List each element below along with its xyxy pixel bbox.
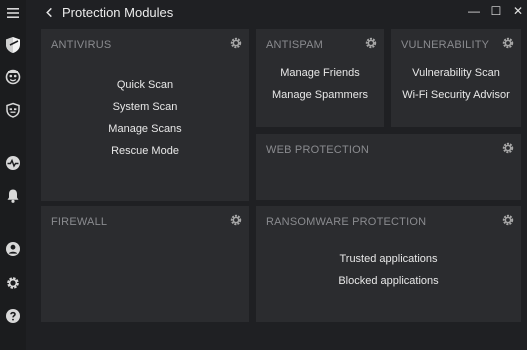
minimize-button[interactable]: — [465, 0, 483, 22]
window-controls: — ☐ ✕ [461, 0, 527, 22]
quick-scan-link[interactable]: Quick Scan [117, 79, 173, 91]
activity-pulse-icon[interactable] [0, 150, 26, 176]
page-title: Protection Modules [62, 4, 174, 20]
antispam-card: ANTISPAM Manage Friends Manage Spammers [256, 29, 384, 127]
gear-icon[interactable] [0, 270, 26, 296]
antivirus-card: ANTIVIRUS Quick Scan System Scan Manage … [41, 29, 249, 201]
vulnerability-title: VULNERABILITY [401, 39, 490, 51]
wifi-security-advisor-link[interactable]: Wi-Fi Security Advisor [402, 89, 510, 101]
bell-icon[interactable] [0, 183, 26, 209]
rescue-mode-link[interactable]: Rescue Mode [111, 145, 179, 157]
ransomware-settings-gear-icon[interactable] [501, 213, 515, 227]
manage-friends-link[interactable]: Manage Friends [280, 67, 360, 79]
ransomware-links: Trusted applications Blocked application… [256, 253, 521, 287]
web-protection-card: WEB PROTECTION [256, 134, 521, 200]
antivirus-links: Quick Scan System Scan Manage Scans Resc… [41, 79, 249, 157]
ransomware-protection-title: RANSOMWARE PROTECTION [266, 216, 427, 228]
vulnerability-scan-link[interactable]: Vulnerability Scan [412, 67, 500, 79]
web-protection-settings-gear-icon[interactable] [501, 141, 515, 155]
manage-scans-link[interactable]: Manage Scans [108, 123, 181, 135]
firewall-settings-gear-icon[interactable] [229, 213, 243, 227]
firewall-title: FIREWALL [51, 216, 108, 228]
antivirus-title: ANTIVIRUS [51, 39, 112, 51]
web-protection-title: WEB PROTECTION [266, 144, 370, 156]
close-button[interactable]: ✕ [509, 0, 527, 22]
hamburger-menu-icon[interactable] [0, 0, 26, 26]
vulnerability-settings-gear-icon[interactable] [501, 36, 515, 50]
antispam-settings-gear-icon[interactable] [364, 36, 378, 50]
firewall-card: FIREWALL [41, 206, 249, 322]
antispam-title: ANTISPAM [266, 39, 324, 51]
ransomware-protection-card: RANSOMWARE PROTECTION Trusted applicatio… [256, 206, 521, 322]
blocked-applications-link[interactable]: Blocked applications [338, 275, 438, 287]
privacy-face-icon[interactable] [0, 64, 26, 90]
antivirus-settings-gear-icon[interactable] [229, 36, 243, 50]
trusted-applications-link[interactable]: Trusted applications [339, 253, 437, 265]
antispam-links: Manage Friends Manage Spammers [256, 67, 384, 101]
sidebar [0, 0, 26, 350]
manage-spammers-link[interactable]: Manage Spammers [272, 89, 368, 101]
title-bar: Protection Modules — ☐ ✕ [26, 0, 527, 24]
shield-icon[interactable] [0, 32, 26, 58]
face-shield-icon[interactable] [0, 97, 26, 123]
vulnerability-links: Vulnerability Scan Wi-Fi Security Adviso… [391, 67, 521, 101]
system-scan-link[interactable]: System Scan [113, 101, 178, 113]
user-icon[interactable] [0, 236, 26, 262]
help-icon[interactable] [0, 303, 26, 329]
vulnerability-card: VULNERABILITY Vulnerability Scan Wi-Fi S… [391, 29, 521, 127]
back-arrow-icon[interactable] [38, 1, 60, 23]
maximize-button[interactable]: ☐ [487, 0, 505, 22]
